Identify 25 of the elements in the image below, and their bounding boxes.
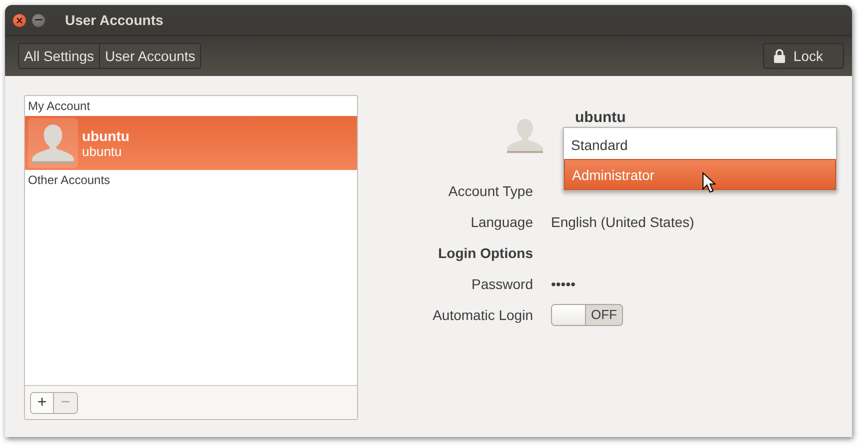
section-heading: Login Options (438, 244, 533, 260)
section-heading: Other Accounts (27, 172, 112, 189)
breadcrumb-button[interactable]: User Accounts (100, 44, 200, 68)
field-label: Language (470, 214, 533, 230)
avatar-icon (28, 118, 78, 168)
toggle-switch[interactable]: OFF (551, 304, 623, 326)
breadcrumb-button[interactable]: All Settings (19, 44, 100, 68)
field-label: Automatic Login (432, 306, 533, 322)
window-title: User Accounts (65, 12, 164, 28)
minimize-icon (35, 19, 42, 21)
field-label: Account Type (448, 182, 533, 198)
user-name: ubuntu (82, 128, 130, 144)
field-label: Password (472, 276, 533, 292)
menu-item[interactable]: Standard (564, 130, 836, 159)
close-button[interactable] (13, 14, 26, 26)
close-icon (16, 16, 23, 24)
section-heading: My Account (27, 98, 92, 115)
account-name: ubuntu (575, 110, 626, 126)
field-value: ••••• (551, 276, 577, 292)
lock-button[interactable]: Lock (763, 43, 844, 69)
field-value: English (United States) (551, 214, 696, 230)
user-login: ubuntu (82, 144, 123, 158)
add-button[interactable]: + (31, 392, 54, 412)
minimize-button[interactable] (32, 14, 45, 26)
padlock-icon (774, 49, 786, 63)
